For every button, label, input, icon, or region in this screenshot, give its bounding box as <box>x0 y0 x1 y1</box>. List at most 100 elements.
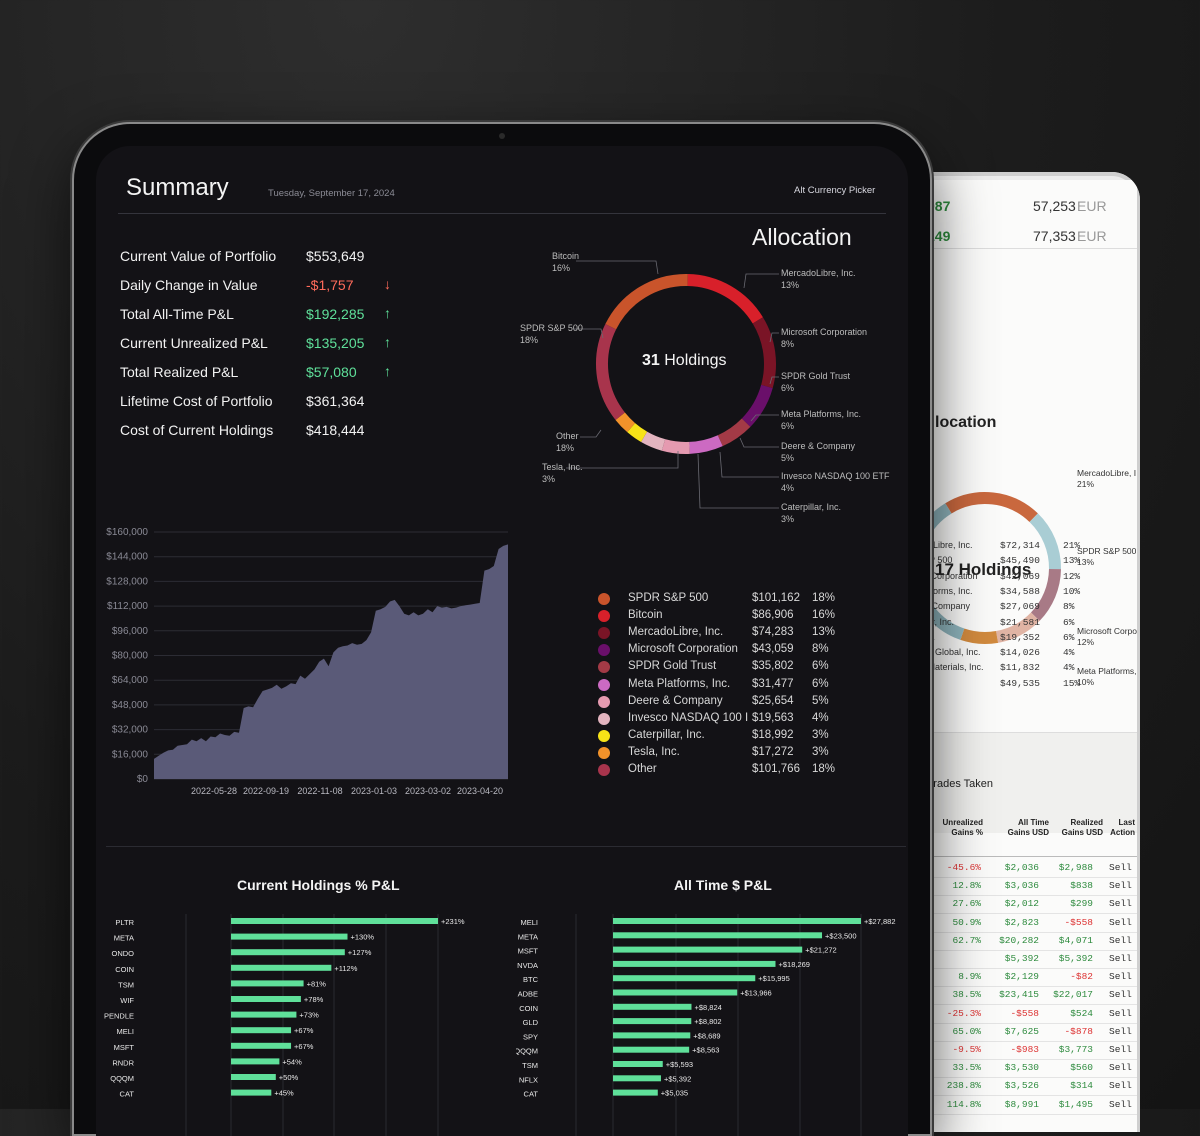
bar-value-label: +$5,392 <box>664 1074 691 1083</box>
bar <box>613 1018 692 1025</box>
back-trade-action: Sell <box>1109 953 1132 964</box>
legend-amount: $35,802 <box>752 660 794 673</box>
portfolio-area <box>154 544 508 779</box>
bar-category-label: ADBE <box>518 990 538 999</box>
callout-pct: 16% <box>552 263 571 273</box>
donut-segment[interactable] <box>752 317 776 389</box>
y-tick-label: $128,000 <box>106 576 148 587</box>
bar-value-label: +$15,995 <box>758 974 790 983</box>
bar-value-label: +$8,563 <box>692 1046 719 1055</box>
callout-name: Other <box>556 431 579 441</box>
callout-name: Microsoft Corporation <box>781 327 868 337</box>
callout-name: Deere & Company <box>781 441 856 451</box>
back-trade-realized: $524 <box>1070 1007 1093 1019</box>
callout-leader <box>739 437 779 448</box>
y-tick-label: $16,000 <box>112 749 149 760</box>
callout-pct: 5% <box>781 453 795 463</box>
bar <box>231 933 348 940</box>
back-trade-divider <box>905 1059 1137 1060</box>
camera-dot <box>499 133 505 139</box>
bar-category-label: SPY <box>523 1032 538 1041</box>
back-trade-action: Sell <box>1109 898 1132 910</box>
back-table-amount: $45,490 <box>1000 555 1040 567</box>
legend-color-dot <box>598 695 610 708</box>
back-trade-header: All Time Gains USD <box>1007 818 1049 837</box>
bar <box>613 1032 691 1039</box>
y-tick-label: $32,000 <box>112 725 149 736</box>
bar-value-label: +81% <box>307 979 327 988</box>
back-trade-action: Sell <box>1109 1007 1132 1019</box>
legend-amount: $86,906 <box>752 609 794 622</box>
legend-name: Meta Platforms, Inc. <box>628 677 731 690</box>
back-trade-realized: $560 <box>1070 1062 1093 1074</box>
back-trade-action: Sell <box>1109 1025 1132 1037</box>
donut-segment[interactable] <box>689 435 723 454</box>
legend-name: Deere & Company <box>628 694 723 707</box>
back-trade-action: Sell <box>1109 880 1132 892</box>
bar <box>231 964 332 971</box>
bar <box>613 975 756 982</box>
donut-segment[interactable] <box>741 384 773 427</box>
bar-value-label: +130% <box>350 933 374 942</box>
bar <box>231 980 304 987</box>
callout-pct: 6% <box>781 421 795 431</box>
legend-pct: 5% <box>812 694 829 707</box>
callout-name: Tesla, Inc. <box>542 462 583 472</box>
donut-segment[interactable] <box>661 439 690 454</box>
bar-value-label: +$8,689 <box>693 1031 720 1040</box>
back-table-pct: 10% <box>1063 585 1081 597</box>
back-table-pct: 8% <box>1063 601 1075 613</box>
legend-name: Bitcoin <box>628 609 663 622</box>
bar-category-label: QQQM <box>110 1074 134 1083</box>
all-time-bar-chart: MELI +$27,882 META +$23,500 MSFT +$21,272 NVDA… <box>516 914 896 1136</box>
legend-amount: $101,162 <box>752 592 800 604</box>
callout-pct: 3% <box>542 474 556 484</box>
bar-value-label: +$13,966 <box>740 989 772 998</box>
back-table-name: & Company <box>923 601 971 612</box>
back-trade-realized: -$82 <box>1070 971 1093 983</box>
donut-segment[interactable] <box>641 431 666 451</box>
back-trade-divider <box>905 949 1137 951</box>
bar-value-label: +112% <box>334 964 357 973</box>
back-trade-action: Sell <box>1109 989 1132 1001</box>
donut-segment[interactable] <box>596 324 626 420</box>
back-trade-unrealized: 50.9% <box>952 916 981 928</box>
legend-pct: 18% <box>812 592 836 604</box>
holdings-word: Holdings <box>664 352 727 369</box>
back-trade-unrealized: 65.0% <box>952 1025 981 1037</box>
bar-value-label: +$21,272 <box>805 946 837 955</box>
back-header-divider <box>905 856 1137 857</box>
legend-amount: $43,059 <box>752 643 794 656</box>
back-trade-realized: $4,071 <box>1058 934 1093 946</box>
bar-value-label: +$23,500 <box>825 931 857 940</box>
donut-segment[interactable] <box>615 412 636 433</box>
bar <box>231 1089 272 1096</box>
bar-value-label: +$8,802 <box>694 1017 721 1026</box>
donut-segment[interactable] <box>605 274 688 330</box>
bar-category-label: PLTR <box>115 918 134 927</box>
legend-amount: $25,654 <box>752 694 794 707</box>
bar-value-label: +$5,035 <box>661 1089 688 1098</box>
donut-segment[interactable] <box>627 423 648 442</box>
back-trade-divider <box>905 877 1137 878</box>
back-trade-alltime: $8,991 <box>1004 1098 1039 1110</box>
legend-pct: 6% <box>812 660 829 673</box>
legend-pct: 18% <box>812 763 836 775</box>
back-tablet-device: Allocation 17 Holdings Trades Taken 987 5… <box>905 172 1140 1132</box>
bar-value-label: +78% <box>304 995 324 1004</box>
callout-pct: 8% <box>781 339 795 349</box>
back-currency-code: EUR <box>1077 228 1107 244</box>
back-trade-realized: $22,017 <box>1053 989 1093 1001</box>
callout-pct: 13% <box>781 280 800 290</box>
back-trade-action: Sell <box>1109 1080 1132 1092</box>
callout-name: SPDR S&P 500 <box>520 323 583 333</box>
bar <box>231 949 345 956</box>
y-tick-label: $48,000 <box>112 700 149 711</box>
donut-segment[interactable] <box>717 418 751 447</box>
donut-segment[interactable] <box>687 274 763 324</box>
back-table-amount: $34,588 <box>1000 585 1040 597</box>
callout-leader <box>697 453 779 509</box>
bar-category-label: MELI <box>520 918 538 927</box>
back-donut-segment <box>945 492 1038 523</box>
bar-category-label: COIN <box>115 965 134 974</box>
